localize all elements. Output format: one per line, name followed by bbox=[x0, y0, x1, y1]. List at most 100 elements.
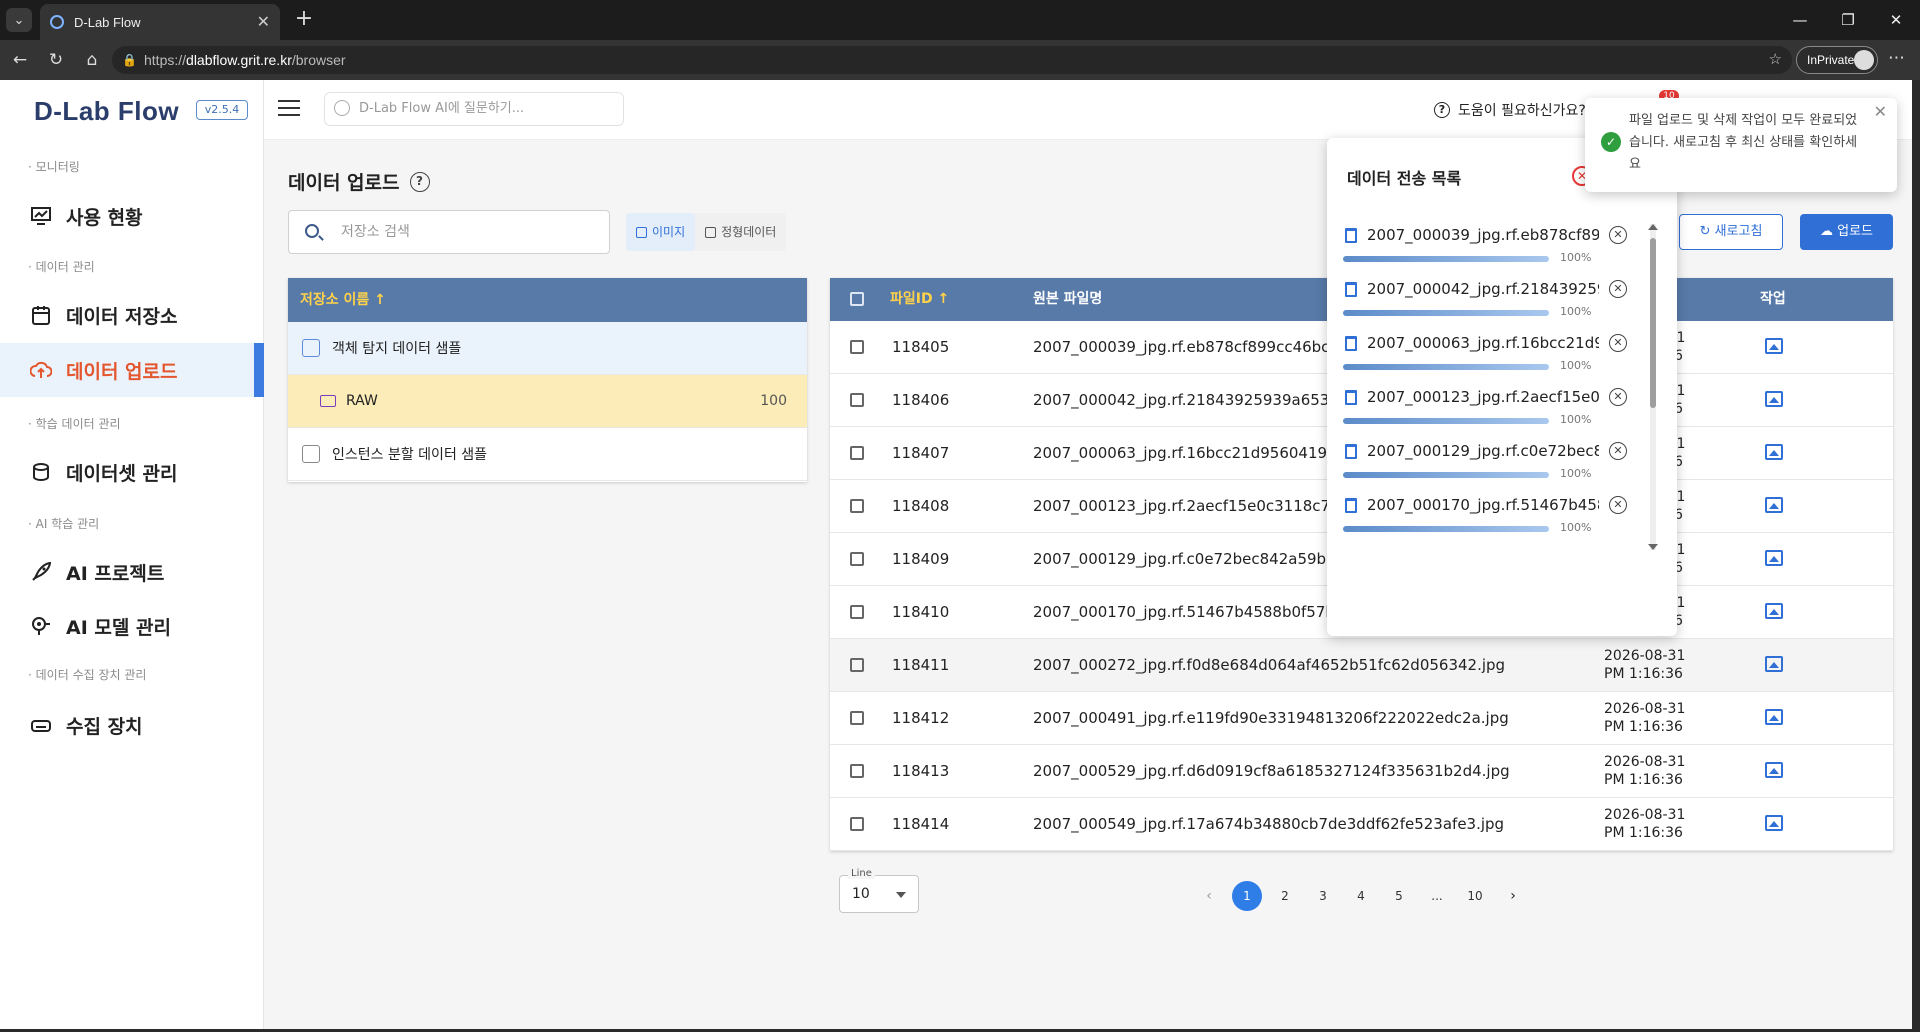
ai-question-input[interactable]: D-Lab Flow AI에 질문하기... bbox=[324, 92, 624, 126]
transfer-percent: 100% bbox=[1560, 413, 1592, 426]
transfer-file-name: 2007_000123_jpg.rf.2aecf15e0c3118c74f bbox=[1367, 388, 1599, 406]
transfer-progress-bar bbox=[1343, 472, 1549, 478]
col-file-id[interactable]: 파일ID ↑ bbox=[890, 278, 949, 321]
repo-item-object-detection[interactable]: 객체 탐지 데이터 샘플 bbox=[288, 322, 807, 375]
menu-toggle-icon[interactable] bbox=[278, 100, 300, 118]
repo-name-header[interactable]: 저장소 이름 ↑ bbox=[288, 278, 807, 322]
page-1[interactable]: 1 bbox=[1232, 881, 1262, 911]
app-logo[interactable]: D-Lab Flow bbox=[34, 96, 179, 127]
type-image-button[interactable]: 이미지 bbox=[626, 213, 696, 251]
page-10[interactable]: 10 bbox=[1460, 881, 1490, 911]
next-page-button[interactable]: › bbox=[1498, 881, 1528, 911]
page-scrollbar[interactable] bbox=[1912, 80, 1920, 1032]
reload-button[interactable]: ↻ bbox=[44, 48, 68, 72]
table-row[interactable]: 118412 2007_000491_jpg.rf.e119fd90e331948… bbox=[830, 692, 1893, 745]
sidebar-item-ai-project[interactable]: AI 프로젝트 bbox=[0, 545, 264, 599]
row-checkbox[interactable] bbox=[850, 446, 864, 460]
row-checkbox[interactable] bbox=[850, 340, 864, 354]
transfer-percent: 100% bbox=[1560, 305, 1592, 318]
prev-page-button[interactable]: ‹ bbox=[1194, 881, 1224, 911]
inprivate-button[interactable]: InPrivate bbox=[1796, 46, 1878, 74]
cancel-transfer-icon[interactable]: ✕ bbox=[1609, 496, 1627, 514]
image-preview-icon[interactable] bbox=[1765, 391, 1783, 407]
image-preview-icon[interactable] bbox=[1765, 603, 1783, 619]
original-file-name: 2007_000123_jpg.rf.2aecf15e0c3118c74f bbox=[1033, 497, 1345, 515]
profile-avatar bbox=[1854, 50, 1874, 70]
sidebar-item-storage[interactable]: 데이터 저장소 bbox=[0, 288, 264, 342]
close-tab-icon[interactable]: ✕ bbox=[257, 12, 270, 32]
transfer-scrollbar[interactable] bbox=[1648, 224, 1658, 550]
minimize-button[interactable]: — bbox=[1776, 0, 1824, 40]
image-preview-icon[interactable] bbox=[1765, 762, 1783, 778]
table-row[interactable]: 118414 2007_000549_jpg.rf.17a674b34880cb7… bbox=[830, 798, 1893, 851]
help-icon: ? bbox=[1434, 102, 1450, 118]
file-id: 118407 bbox=[892, 444, 950, 462]
row-checkbox[interactable] bbox=[850, 393, 864, 407]
page-title: 데이터 업로드 ? bbox=[288, 168, 430, 195]
upload-date: 2026-08-31PM 1:16:36 bbox=[1604, 647, 1686, 683]
version-badge: v2.5.4 bbox=[196, 100, 248, 120]
row-checkbox[interactable] bbox=[850, 764, 864, 778]
storage-icon bbox=[30, 304, 52, 326]
folder-item-raw[interactable]: RAW 100 bbox=[288, 375, 807, 428]
image-preview-icon[interactable] bbox=[1765, 656, 1783, 672]
file-id: 118414 bbox=[892, 815, 950, 833]
row-checkbox[interactable] bbox=[850, 711, 864, 725]
row-checkbox[interactable] bbox=[850, 499, 864, 513]
cancel-transfer-icon[interactable]: ✕ bbox=[1609, 226, 1627, 244]
sidebar-item-label: AI 모델 관리 bbox=[66, 616, 171, 639]
sidebar-item-dataset[interactable]: 데이터셋 관리 bbox=[0, 445, 264, 499]
url-input[interactable]: 🔒 https://dlabflow.grit.re.kr/browser ☆ bbox=[112, 46, 1792, 74]
repo-search-placeholder: 저장소 검색 bbox=[341, 224, 410, 240]
row-checkbox[interactable] bbox=[850, 605, 864, 619]
page-2[interactable]: 2 bbox=[1270, 881, 1300, 911]
inprivate-label: InPrivate bbox=[1807, 53, 1855, 67]
browser-tab-bar: ⌄ D-Lab Flow ✕ + — ❐ ✕ bbox=[0, 0, 1920, 40]
transfer-progress-bar bbox=[1343, 256, 1549, 262]
tab-list-button[interactable]: ⌄ bbox=[6, 8, 32, 32]
table-row[interactable]: 118413 2007_000529_jpg.rf.d6d0919cf8a6185… bbox=[830, 745, 1893, 798]
repo-item-instance-segmentation[interactable]: 인스턴스 분할 데이터 샘플 bbox=[288, 428, 807, 481]
folder-icon bbox=[320, 395, 336, 407]
image-preview-icon[interactable] bbox=[1765, 497, 1783, 513]
home-button[interactable]: ⌂ bbox=[80, 48, 104, 72]
sidebar-item-ai-model[interactable]: AI 모델 관리 bbox=[0, 599, 264, 653]
help-link[interactable]: ? 도움이 필요하신가요? bbox=[1434, 100, 1586, 120]
restore-button[interactable]: ❐ bbox=[1824, 0, 1872, 40]
repo-search-input[interactable]: 저장소 검색 bbox=[288, 210, 610, 254]
page-5[interactable]: 5 bbox=[1384, 881, 1414, 911]
refresh-button[interactable]: ↻ 새로고침 bbox=[1679, 214, 1783, 250]
cancel-transfer-icon[interactable]: ✕ bbox=[1609, 442, 1627, 460]
nav-section-collection: · 데이터 수집 장치 관리 bbox=[28, 668, 147, 682]
toast-close-icon[interactable]: ✕ bbox=[1874, 102, 1887, 121]
cancel-transfer-icon[interactable]: ✕ bbox=[1609, 334, 1627, 352]
browser-tab[interactable]: D-Lab Flow ✕ bbox=[40, 4, 280, 40]
cancel-transfer-icon[interactable]: ✕ bbox=[1609, 280, 1627, 298]
image-preview-icon[interactable] bbox=[1765, 338, 1783, 354]
page-help-icon[interactable]: ? bbox=[409, 171, 430, 192]
browser-menu-icon[interactable]: ⋯ bbox=[1888, 48, 1905, 68]
sidebar-item-device[interactable]: 수집 장치 bbox=[0, 698, 264, 752]
original-file-name: 2007_000491_jpg.rf.e119fd90e33194813206f… bbox=[1033, 709, 1509, 727]
rows-per-page-select[interactable]: Line 10 bbox=[839, 868, 919, 913]
image-preview-icon[interactable] bbox=[1765, 444, 1783, 460]
type-tabular-button[interactable]: 정형데이터 bbox=[695, 213, 786, 251]
table-row[interactable]: 118411 2007_000272_jpg.rf.f0d8e684d064af4… bbox=[830, 639, 1893, 692]
back-button[interactable]: ← bbox=[8, 48, 32, 72]
close-window-button[interactable]: ✕ bbox=[1872, 0, 1920, 40]
image-preview-icon[interactable] bbox=[1765, 709, 1783, 725]
row-checkbox[interactable] bbox=[850, 658, 864, 672]
select-all-checkbox[interactable] bbox=[850, 292, 864, 306]
sidebar-item-data-upload[interactable]: 데이터 업로드 bbox=[0, 343, 264, 397]
page-4[interactable]: 4 bbox=[1346, 881, 1376, 911]
row-checkbox[interactable] bbox=[850, 552, 864, 566]
image-preview-icon[interactable] bbox=[1765, 550, 1783, 566]
new-tab-button[interactable]: + bbox=[290, 6, 318, 34]
row-checkbox[interactable] bbox=[850, 817, 864, 831]
cancel-transfer-icon[interactable]: ✕ bbox=[1609, 388, 1627, 406]
image-preview-icon[interactable] bbox=[1765, 815, 1783, 831]
favorite-star-icon[interactable]: ☆ bbox=[1769, 46, 1782, 74]
page-3[interactable]: 3 bbox=[1308, 881, 1338, 911]
sidebar-item-usage[interactable]: 사용 현황 bbox=[0, 189, 264, 243]
upload-button[interactable]: ☁ 업로드 bbox=[1800, 214, 1893, 250]
